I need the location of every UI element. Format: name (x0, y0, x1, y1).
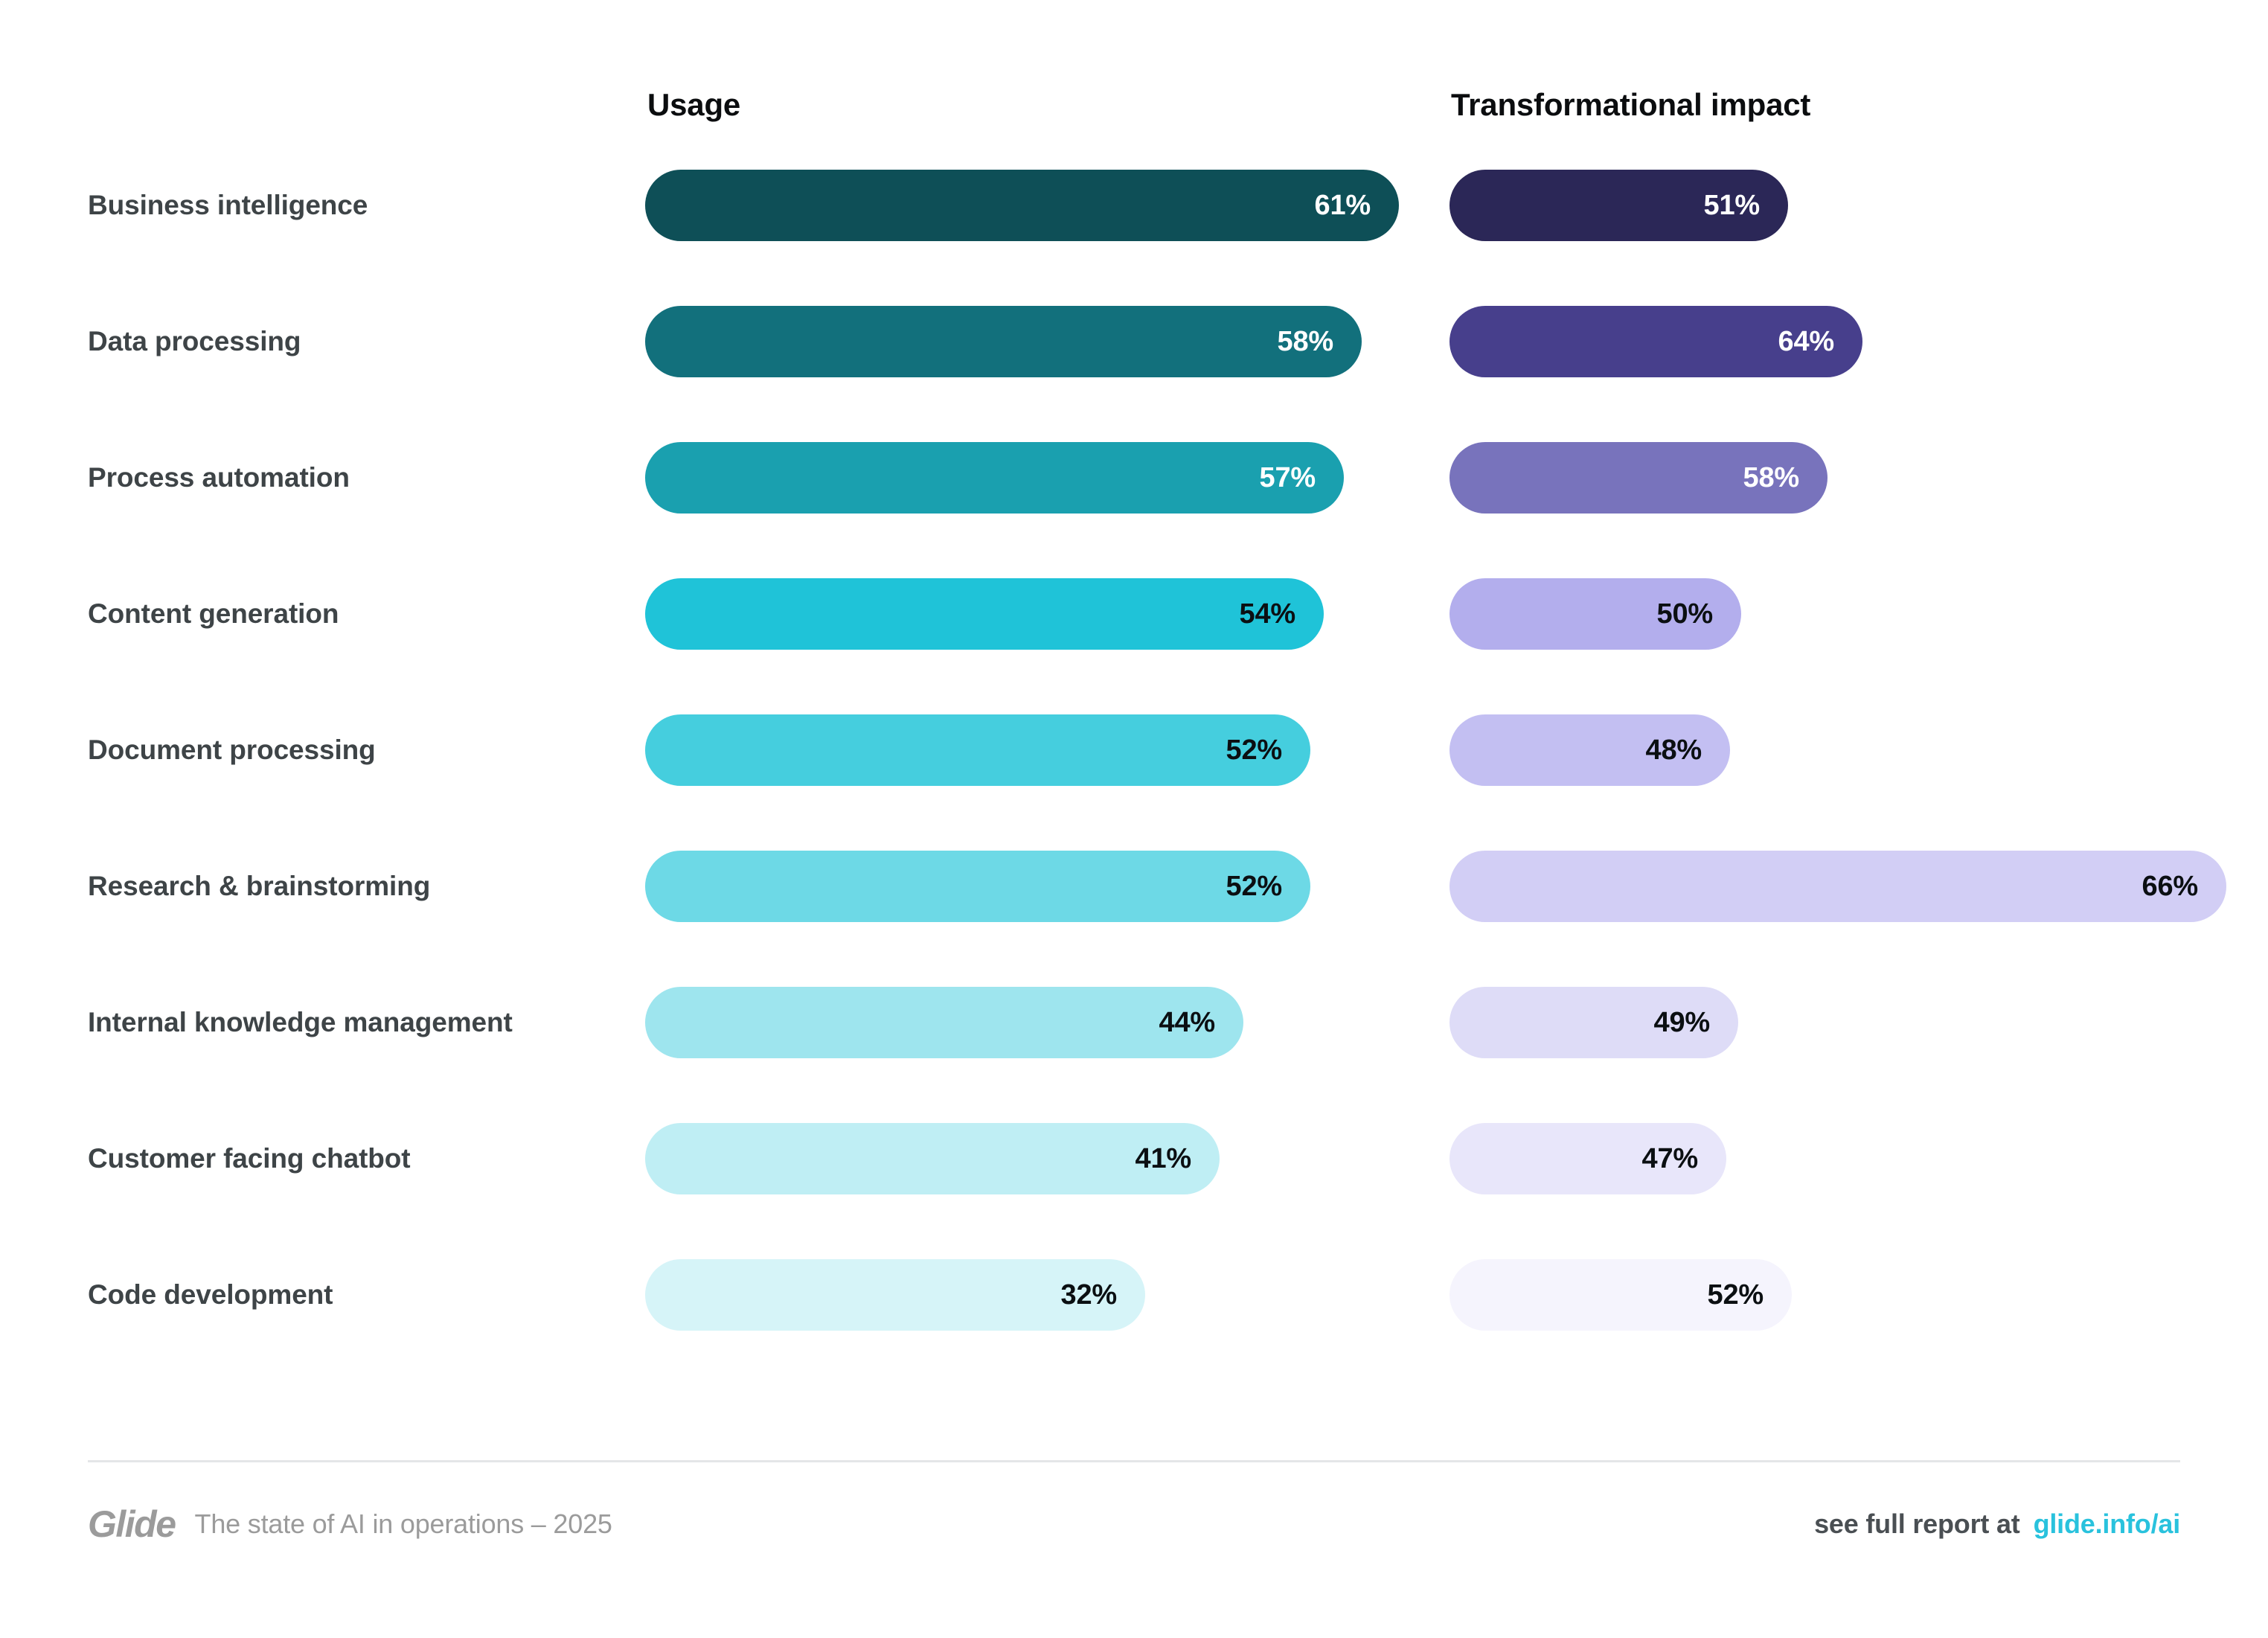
bar-value-label: 49% (1653, 1007, 1711, 1038)
footer-divider (88, 1460, 2180, 1462)
impact-bar: 48% (1449, 714, 1730, 786)
usage-bar: 58% (645, 306, 1362, 377)
usage-bar: 54% (645, 578, 1324, 650)
category-label: Internal knowledge management (88, 1007, 513, 1037)
category-label: Content generation (88, 598, 339, 629)
bar-value-label: 52% (1226, 735, 1283, 766)
usage-bar: 32% (645, 1259, 1145, 1331)
usage-bar: 44% (645, 987, 1243, 1058)
impact-bar: 49% (1449, 987, 1738, 1058)
chart-row: Research & brainstorming 52% 66% (0, 851, 2268, 922)
chart-row: Internal knowledge management 44% 49% (0, 987, 2268, 1058)
usage-bar: 57% (645, 442, 1344, 514)
category-label: Data processing (88, 326, 301, 356)
category-label: Business intelligence (88, 190, 368, 220)
usage-bar: 52% (645, 714, 1310, 786)
chart-row: Data processing 58% 64% (0, 306, 2268, 377)
chart-row: Customer facing chatbot 41% 47% (0, 1123, 2268, 1194)
bar-value-label: 44% (1159, 1007, 1216, 1038)
chart-row: Business intelligence 61% 51% (0, 170, 2268, 241)
column-header-usage: Usage (647, 87, 741, 122)
impact-bar: 51% (1449, 170, 1788, 241)
category-label: Research & brainstorming (88, 871, 431, 901)
category-label: Document processing (88, 735, 376, 765)
bar-value-label: 41% (1135, 1143, 1192, 1174)
bar-value-label: 54% (1239, 598, 1296, 630)
bar-value-label: 51% (1703, 190, 1761, 221)
impact-bar: 47% (1449, 1123, 1726, 1194)
impact-bar: 58% (1449, 442, 1827, 514)
footer-left: Glide The state of AI in operations – 20… (88, 1503, 612, 1545)
category-label: Code development (88, 1279, 333, 1310)
chart-row: Code development 32% 52% (0, 1259, 2268, 1331)
bar-value-label: 47% (1641, 1143, 1699, 1174)
chart-row: Process automation 57% 58% (0, 442, 2268, 514)
bar-value-label: 61% (1314, 190, 1371, 221)
bar-value-label: 64% (1778, 326, 1835, 357)
chart-row: Document processing 52% 48% (0, 714, 2268, 786)
bar-value-label: 58% (1743, 462, 1800, 493)
report-link[interactable]: glide.info/ai (2034, 1509, 2181, 1540)
usage-bar: 41% (645, 1123, 1220, 1194)
bar-value-label: 50% (1656, 598, 1714, 630)
bar-value-label: 52% (1707, 1279, 1764, 1311)
bar-value-label: 58% (1277, 326, 1334, 357)
glide-logo: Glide (88, 1503, 176, 1545)
impact-bar: 64% (1449, 306, 1862, 377)
bar-value-label: 52% (1226, 871, 1283, 902)
usage-bar: 52% (645, 851, 1310, 922)
bar-chart: Usage Transformational impact Business i… (0, 0, 2268, 1638)
bar-value-label: 57% (1259, 462, 1316, 493)
impact-bar: 50% (1449, 578, 1741, 650)
cta-label: see full report at (1814, 1509, 2020, 1539)
usage-bar: 61% (645, 170, 1399, 241)
bar-value-label: 48% (1645, 735, 1702, 766)
footer-right: see full report at glide.info/ai (1814, 1503, 2180, 1545)
category-label: Customer facing chatbot (88, 1143, 411, 1174)
category-label: Process automation (88, 462, 350, 493)
impact-bar: 52% (1449, 1259, 1792, 1331)
column-header-transformational-impact: Transformational impact (1451, 87, 1811, 122)
bar-value-label: 66% (2142, 871, 2199, 902)
report-tagline: The state of AI in operations – 2025 (194, 1509, 612, 1539)
impact-bar: 66% (1449, 851, 2226, 922)
chart-row: Content generation 54% 50% (0, 578, 2268, 650)
bar-value-label: 32% (1060, 1279, 1118, 1311)
